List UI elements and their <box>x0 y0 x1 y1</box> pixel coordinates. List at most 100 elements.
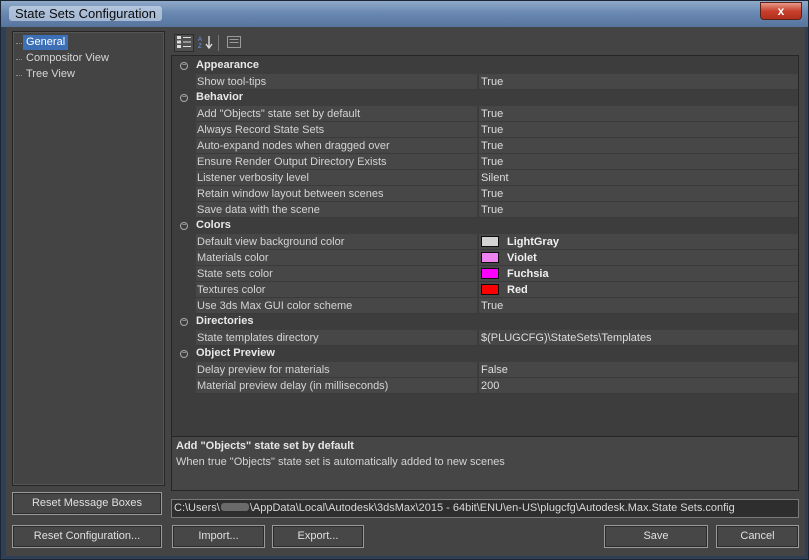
dialog-body: General Compositor View Tree View A Z − … <box>6 27 805 556</box>
cancel-button[interactable]: Cancel <box>716 525 799 548</box>
category-label: Behavior <box>196 91 244 103</box>
property-row[interactable]: Ensure Render Output Directory Exists Tr… <box>172 154 798 170</box>
path-suffix: \AppData\Local\Autodesk\3dsMax\2015 - 64… <box>249 502 735 514</box>
property-row[interactable]: Retain window layout between scenes True <box>172 186 798 202</box>
row-gutter <box>172 154 196 170</box>
svg-text:Z: Z <box>198 44 202 49</box>
property-value[interactable]: $(PLUGCFG)\StateSets\Templates <box>478 330 798 346</box>
property-row[interactable]: State sets color Fuchsia <box>172 266 798 282</box>
property-name: Auto-expand nodes when dragged over <box>196 138 477 154</box>
description-text: When true "Objects" state set is automat… <box>176 456 505 468</box>
import-button[interactable]: Import... <box>172 525 265 548</box>
property-value[interactable]: False <box>478 362 798 378</box>
row-gutter <box>172 74 196 90</box>
property-name: Use 3ds Max GUI color scheme <box>196 298 477 314</box>
property-row[interactable]: Use 3ds Max GUI color scheme True <box>172 298 798 314</box>
row-gutter <box>172 282 196 298</box>
property-value[interactable]: True <box>478 74 798 90</box>
toolbar-separator <box>218 35 219 51</box>
state-sets-config-window: State Sets Configuration x General Compo… <box>0 0 809 560</box>
property-row[interactable]: Auto-expand nodes when dragged over True <box>172 138 798 154</box>
color-swatch <box>481 268 499 279</box>
property-value[interactable]: Red <box>478 282 798 298</box>
property-name: Retain window layout between scenes <box>196 186 477 202</box>
property-row[interactable]: Default view background color LightGray <box>172 234 798 250</box>
property-row[interactable]: Material preview delay (in milliseconds)… <box>172 378 798 394</box>
property-value[interactable]: True <box>478 186 798 202</box>
property-row[interactable]: Save data with the scene True <box>172 202 798 218</box>
property-value[interactable]: LightGray <box>478 234 798 250</box>
reset-message-boxes-button[interactable]: Reset Message Boxes <box>12 492 162 515</box>
row-gutter <box>172 122 196 138</box>
property-value[interactable]: True <box>478 138 798 154</box>
property-pages-icon[interactable] <box>224 34 244 52</box>
reset-configuration-button[interactable]: Reset Configuration... <box>12 525 162 548</box>
collapse-icon[interactable]: − <box>180 94 188 102</box>
row-gutter <box>172 362 196 378</box>
collapse-icon[interactable]: − <box>180 350 188 358</box>
close-button[interactable]: x <box>760 2 802 20</box>
property-value[interactable]: Fuchsia <box>478 266 798 282</box>
collapse-icon[interactable]: − <box>180 318 188 326</box>
row-gutter <box>172 234 196 250</box>
category-object-preview[interactable]: − Object Preview <box>172 346 798 362</box>
property-value[interactable]: Silent <box>478 170 798 186</box>
path-prefix: C:\Users\ <box>174 502 220 514</box>
config-path-field[interactable]: C:\Users\ \AppData\Local\Autodesk\3dsMax\… <box>171 499 799 518</box>
property-row[interactable]: Add "Objects" state set by default True <box>172 106 798 122</box>
row-gutter <box>172 106 196 122</box>
property-name: Listener verbosity level <box>196 170 477 186</box>
property-name: Ensure Render Output Directory Exists <box>196 154 477 170</box>
property-value[interactable]: True <box>478 154 798 170</box>
category-label: Directories <box>196 315 254 327</box>
property-name: Material preview delay (in milliseconds) <box>196 378 477 394</box>
row-gutter <box>172 378 196 394</box>
title-bar[interactable]: State Sets Configuration x <box>1 1 808 27</box>
property-name: Always Record State Sets <box>196 122 477 138</box>
category-tree: General Compositor View Tree View <box>12 31 165 486</box>
property-row[interactable]: Materials color Violet <box>172 250 798 266</box>
export-button[interactable]: Export... <box>272 525 364 548</box>
color-swatch <box>481 252 499 263</box>
row-gutter <box>172 298 196 314</box>
categorized-view-icon[interactable] <box>174 34 194 52</box>
collapse-icon[interactable]: − <box>180 62 188 70</box>
description-pane: Add "Objects" state set by default When … <box>171 436 799 491</box>
color-name: Violet <box>507 252 537 264</box>
category-colors[interactable]: − Colors <box>172 218 798 234</box>
category-directories[interactable]: − Directories <box>172 314 798 330</box>
tree-item-general[interactable]: General <box>23 35 69 50</box>
property-value[interactable]: True <box>478 106 798 122</box>
category-label: Colors <box>196 219 231 231</box>
collapse-icon[interactable]: − <box>180 222 188 230</box>
property-value[interactable]: Violet <box>478 250 798 266</box>
property-name: Materials color <box>196 250 477 266</box>
property-grid: − Appearance Show tool-tips True − Behav… <box>171 55 799 460</box>
tree-item-compositor-view[interactable]: Compositor View <box>23 51 112 66</box>
property-row[interactable]: Show tool-tips True <box>172 74 798 90</box>
property-value[interactable]: True <box>478 122 798 138</box>
tree-item-tree-view[interactable]: Tree View <box>23 67 78 82</box>
property-row[interactable]: Always Record State Sets True <box>172 122 798 138</box>
alphabetical-sort-icon[interactable]: A Z <box>196 34 216 52</box>
category-appearance[interactable]: − Appearance <box>172 58 798 74</box>
property-name: Delay preview for materials <box>196 362 477 378</box>
property-row[interactable]: Textures color Red <box>172 282 798 298</box>
property-value[interactable]: True <box>478 298 798 314</box>
category-behavior[interactable]: − Behavior <box>172 90 798 106</box>
color-swatch <box>481 236 499 247</box>
property-row[interactable]: Delay preview for materials False <box>172 362 798 378</box>
row-gutter <box>172 250 196 266</box>
save-button[interactable]: Save <box>604 525 708 548</box>
property-name: Show tool-tips <box>196 74 477 90</box>
property-name: Default view background color <box>196 234 477 250</box>
property-row[interactable]: State templates directory $(PLUGCFG)\Sta… <box>172 330 798 346</box>
property-name: Add "Objects" state set by default <box>196 106 477 122</box>
property-name: State templates directory <box>196 330 477 346</box>
property-row[interactable]: Listener verbosity level Silent <box>172 170 798 186</box>
property-value[interactable]: 200 <box>478 378 798 394</box>
property-name: Save data with the scene <box>196 202 477 218</box>
color-name: Fuchsia <box>507 268 549 280</box>
property-value[interactable]: True <box>478 202 798 218</box>
property-name: State sets color <box>196 266 477 282</box>
